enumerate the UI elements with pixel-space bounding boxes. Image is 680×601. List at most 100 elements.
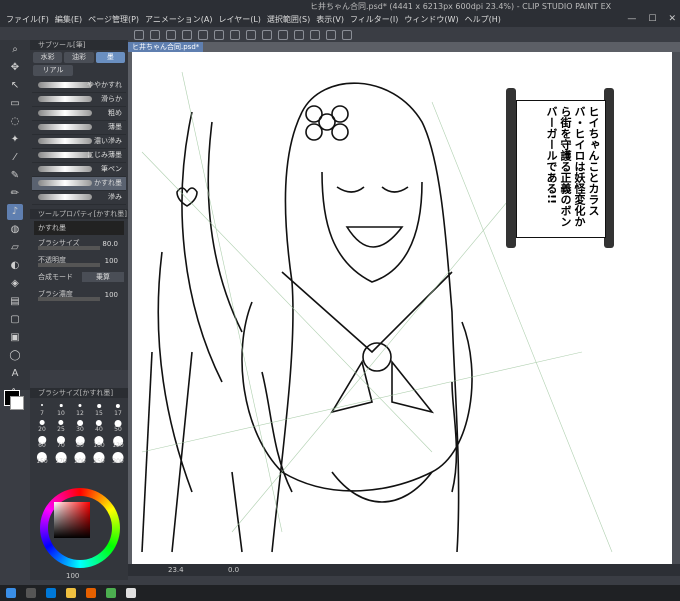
blend-icon[interactable]: ◐ <box>7 258 23 274</box>
select-icon[interactable]: ▭ <box>7 96 23 112</box>
bucket-icon[interactable]: ◈ <box>7 276 23 292</box>
invert-icon[interactable] <box>278 29 288 40</box>
brush-item[interactable]: 薄墨 <box>32 121 126 135</box>
balloon-icon[interactable]: ◯ <box>7 348 23 364</box>
menu-item[interactable]: アニメーション(A) <box>145 13 212 27</box>
brush-item[interactable]: かすれ墨 <box>32 177 126 191</box>
menu-item[interactable]: ページ管理(P) <box>88 13 139 27</box>
zoom-icon[interactable]: ⌕ <box>7 42 23 58</box>
property-row[interactable]: ブラシサイズ 80.0 <box>34 238 124 252</box>
sub-color-swatch[interactable] <box>10 396 24 410</box>
brush-size-preset[interactable]: 80 <box>72 434 88 449</box>
eraser-icon[interactable]: ▱ <box>7 240 23 256</box>
property-value[interactable]: 100 <box>105 291 118 299</box>
airbrush-icon[interactable]: ◍ <box>7 222 23 238</box>
brush-size-preset[interactable]: 40 <box>91 418 107 433</box>
menu-item[interactable]: ウィンドウ(W) <box>404 13 458 27</box>
brush-item[interactable]: 筆ペン <box>32 163 126 177</box>
brush-size-preset[interactable]: 25 <box>53 418 69 433</box>
brush-item[interactable]: 滑らか <box>32 93 126 107</box>
property-value[interactable]: 80.0 <box>102 240 118 248</box>
rotation-value[interactable]: 0.0 <box>228 564 239 576</box>
brush-size-preset[interactable]: 250 <box>91 450 107 465</box>
document-tab[interactable]: ヒ井ちゃん合同.psd* <box>128 42 204 52</box>
property-slider[interactable] <box>38 297 100 301</box>
property-row[interactable]: ブラシ濃度 100 <box>34 289 124 303</box>
subtool-tab[interactable]: 油彩 <box>64 52 94 63</box>
move-icon[interactable]: ↖ <box>7 78 23 94</box>
select-all-icon[interactable] <box>246 29 256 40</box>
brush-icon[interactable]: ♪ <box>7 204 23 220</box>
color-wheel[interactable] <box>40 488 120 568</box>
hand-icon[interactable]: ✥ <box>7 60 23 76</box>
brush-size-preset[interactable]: 70 <box>53 434 69 449</box>
menu-item[interactable]: レイヤー(L) <box>218 13 260 27</box>
property-slider[interactable] <box>38 246 100 250</box>
brush-size-preset[interactable]: 20 <box>34 418 50 433</box>
brush-size-preset[interactable]: 15 <box>91 402 107 417</box>
frame-icon[interactable]: ▣ <box>7 330 23 346</box>
ruler-icon[interactable] <box>326 29 336 40</box>
new-icon[interactable] <box>134 29 144 40</box>
windows-icon[interactable] <box>6 588 16 598</box>
open-icon[interactable] <box>150 29 160 40</box>
menu-item[interactable]: 表示(V) <box>316 13 344 27</box>
text-icon[interactable]: A <box>7 366 23 382</box>
firefox-icon[interactable] <box>86 588 96 598</box>
pencil-icon[interactable]: ✏ <box>7 186 23 202</box>
pen-icon[interactable]: ✎ <box>7 168 23 184</box>
save-icon[interactable] <box>166 29 176 40</box>
menu-item[interactable]: 選択範囲(S) <box>267 13 310 27</box>
menu-item[interactable]: フィルター(I) <box>350 13 398 27</box>
brush-size-preset[interactable]: 100 <box>91 434 107 449</box>
brush-size-preset[interactable]: 12 <box>72 402 88 417</box>
undo-icon[interactable] <box>182 29 192 40</box>
grid-icon[interactable] <box>342 29 352 40</box>
property-slider[interactable] <box>38 263 100 267</box>
brush-item[interactable]: 滲み <box>32 191 126 205</box>
minimize-icon[interactable]: — <box>627 14 636 24</box>
brush-item[interactable]: 粗め <box>32 107 126 121</box>
canvas-paper[interactable]: ヒイちゃんことカラスバ・ヒイロは妖怪変化から街を守護る正義のボンバーガールである… <box>132 52 630 564</box>
wand-icon[interactable]: ✦ <box>7 132 23 148</box>
brush-item[interactable]: 濃い滲み <box>32 135 126 149</box>
brush-size-preset[interactable]: 170 <box>53 450 69 465</box>
clip-studio-icon[interactable] <box>126 588 136 598</box>
brush-size-preset[interactable]: 200 <box>72 450 88 465</box>
brush-size-preset[interactable]: 300 <box>110 450 126 465</box>
deselect-icon[interactable] <box>262 29 272 40</box>
app-icon[interactable] <box>106 588 116 598</box>
transform-icon[interactable] <box>294 29 304 40</box>
brush-size-preset[interactable]: 10 <box>53 402 69 417</box>
close-icon[interactable]: ✕ <box>668 14 676 24</box>
brush-size-preset[interactable]: 50 <box>110 418 126 433</box>
brush-size-preset[interactable]: 7 <box>34 402 50 417</box>
vertical-scrollbar[interactable] <box>672 52 680 564</box>
redo-icon[interactable] <box>198 29 208 40</box>
brush-item[interactable]: ややかすれ <box>32 79 126 93</box>
subtool-tab[interactable]: 水彩 <box>33 52 63 63</box>
maximize-icon[interactable]: ☐ <box>648 14 656 24</box>
subtool-tab[interactable]: リアル <box>33 65 73 76</box>
fill-icon[interactable] <box>230 29 240 40</box>
saturation-value-square[interactable] <box>54 502 90 538</box>
subtool-tab[interactable]: 墨 <box>95 52 125 63</box>
clear-icon[interactable] <box>214 29 224 40</box>
folder-icon[interactable] <box>66 588 76 598</box>
edge-icon[interactable] <box>46 588 56 598</box>
property-value[interactable]: 100 <box>105 257 118 265</box>
menu-item[interactable]: ヘルプ(H) <box>465 13 501 27</box>
lasso-icon[interactable]: ◌ <box>7 114 23 130</box>
brush-item[interactable]: にじみ薄墨 <box>32 149 126 163</box>
property-row[interactable]: 不透明度 100 <box>34 255 124 269</box>
eyedropper-icon[interactable]: ⁄ <box>7 150 23 166</box>
menu-item[interactable]: 編集(E) <box>55 13 82 27</box>
gradient-icon[interactable]: ▤ <box>7 294 23 310</box>
brush-size-preset[interactable]: 30 <box>72 418 88 433</box>
property-row[interactable]: 合成モード 乗算 <box>34 272 124 286</box>
search-icon[interactable] <box>26 588 36 598</box>
brush-size-preset[interactable]: 150 <box>34 450 50 465</box>
brush-size-preset[interactable]: 60 <box>34 434 50 449</box>
snap-icon[interactable] <box>310 29 320 40</box>
menu-item[interactable]: ファイル(F) <box>6 13 49 27</box>
